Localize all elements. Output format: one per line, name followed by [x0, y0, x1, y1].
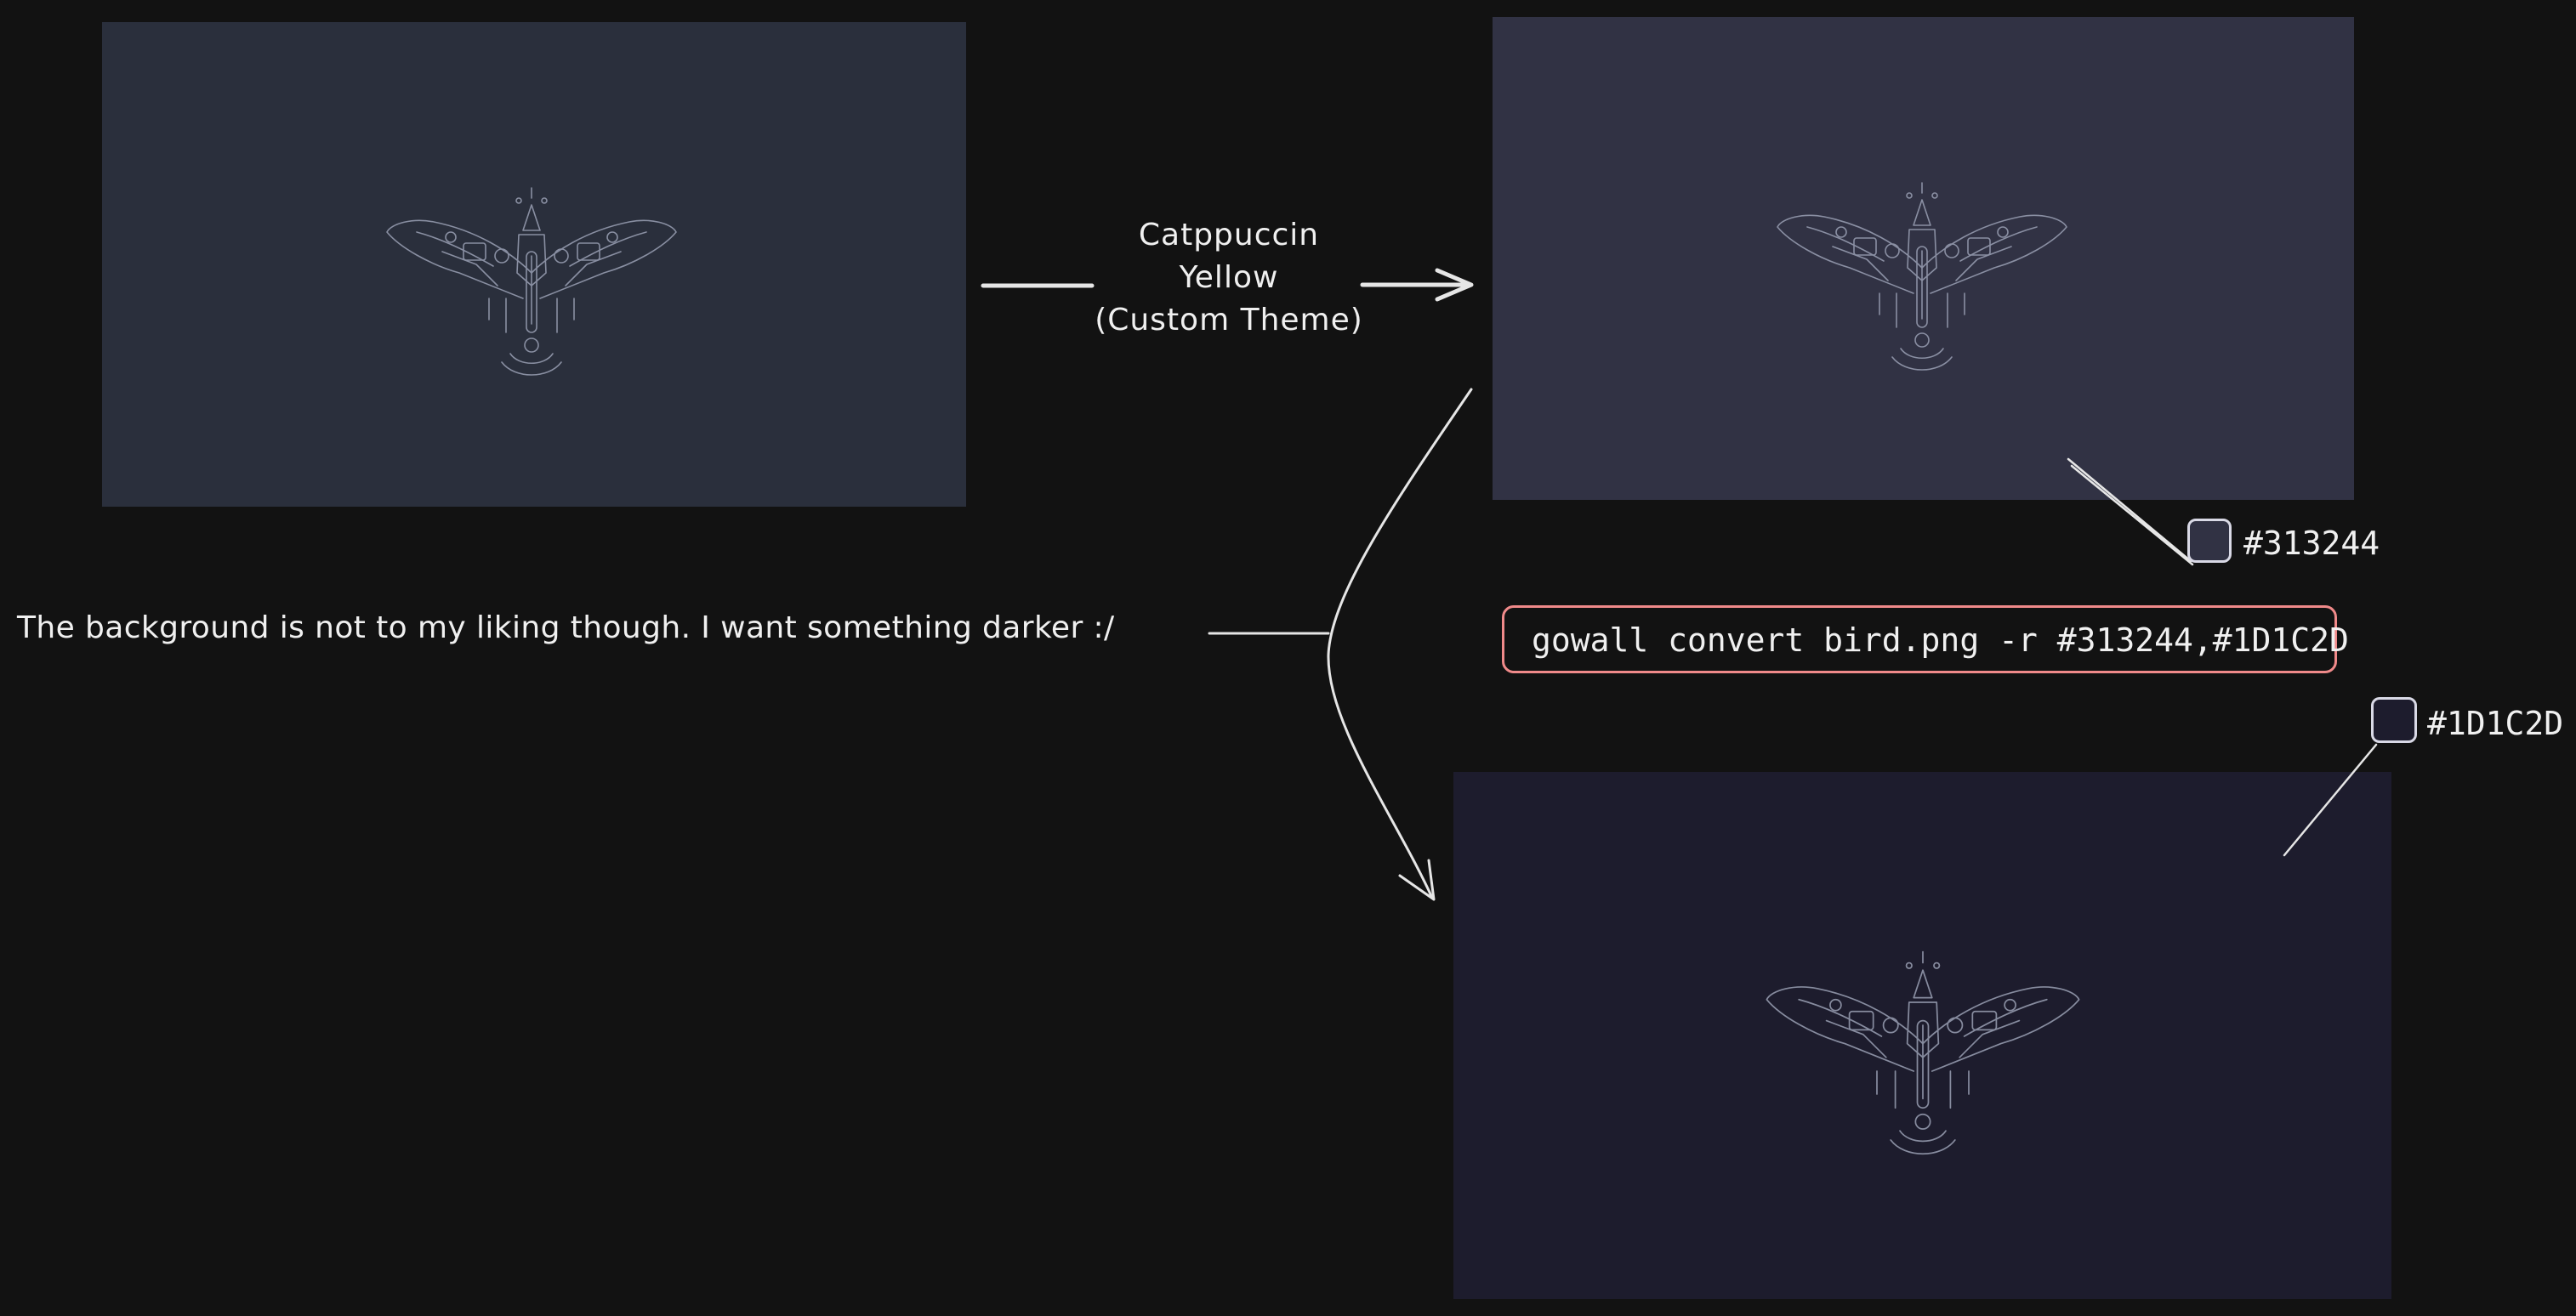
color-swatch-313244: [2187, 519, 2232, 563]
note-text: The background is not to my liking thoug…: [17, 610, 1115, 645]
swatch-pointer-2: [2283, 743, 2378, 857]
swatch-hex-label: #313244: [2243, 525, 2380, 562]
swatch-pointer-1: [2067, 457, 2194, 566]
curved-arrow: [1327, 388, 1473, 899]
command-box: gowall convert bird.png -r #313244,#1D1C…: [1502, 605, 2349, 673]
arrow-label-line1: Catppuccin: [1138, 218, 1320, 252]
arrow-label-line2: Yellow: [1179, 260, 1279, 295]
diagram-canvas: Catppuccin Yellow (Custom Theme) The bac…: [0, 0, 2576, 1316]
color-swatch-1d1c2d: [2371, 697, 2417, 743]
command-text: gowall convert bird.png -r #313244,#1D1C…: [1532, 621, 2349, 659]
arrow-label-line3: (Custom Theme): [1095, 303, 1363, 338]
swatch-hex-label: #1D1C2D: [2427, 705, 2564, 742]
